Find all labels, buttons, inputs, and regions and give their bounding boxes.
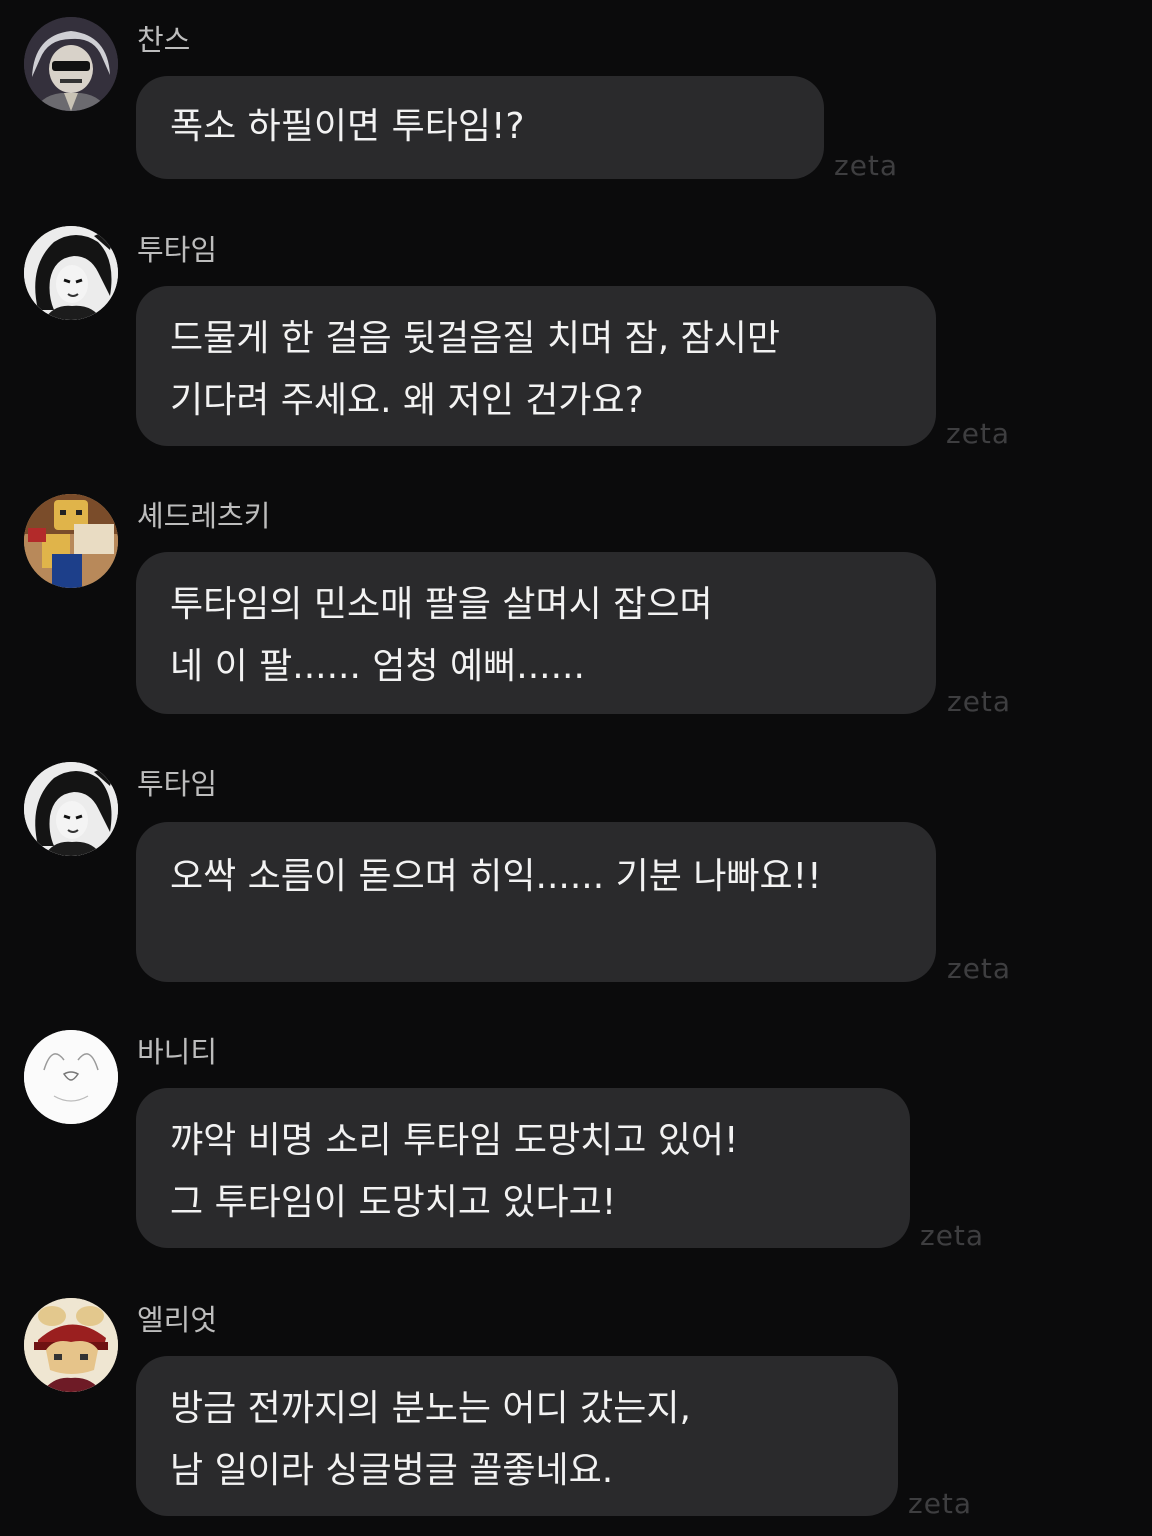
message-line: 그 투타임이 도망치고 있다고! <box>170 1182 617 1223</box>
sender-name: 투타임 <box>137 767 218 801</box>
sender-name: 바니티 <box>137 1035 218 1069</box>
zeta-watermark: zeta <box>908 1487 973 1520</box>
message-line: 투타임의 민소매 팔을 살며시 잡으며 <box>170 584 713 625</box>
twotime-avatar[interactable] <box>24 762 118 856</box>
message-line: 오싹 소름이 돋으며 히익...... 기분 나빠요!! <box>170 856 822 897</box>
message-bubble[interactable]: 폭소 하필이면 투타임!? <box>136 76 824 179</box>
message-bubble[interactable]: 드물게 한 걸음 뒷걸음질 치며 잠, 잠시만 기다려 주세요. 왜 저인 건가… <box>136 286 936 446</box>
message-line: 폭소 하필이면 투타임!? <box>170 106 525 147</box>
twotime-avatar[interactable] <box>24 226 118 320</box>
zeta-watermark: zeta <box>920 1219 985 1252</box>
vanity-avatar[interactable] <box>24 1030 118 1124</box>
message-line: 남 일이라 싱글벙글 꼴좋네요. <box>170 1450 614 1491</box>
zeta-watermark: zeta <box>946 417 1011 450</box>
chance-avatar[interactable] <box>24 17 118 111</box>
zeta-watermark: zeta <box>947 952 1012 985</box>
zeta-watermark: zeta <box>947 685 1012 718</box>
sender-name: 엘리엇 <box>137 1303 218 1337</box>
sender-name: 찬스 <box>137 23 191 57</box>
message-bubble[interactable]: 투타임의 민소매 팔을 살며시 잡으며 네 이 팔...... 엄청 예뻐...… <box>136 552 936 714</box>
message-line: 방금 전까지의 분노는 어디 갔는지, <box>170 1388 691 1429</box>
message-line: 드물게 한 걸음 뒷걸음질 치며 잠, 잠시만 <box>170 318 781 359</box>
message-line: 기다려 주세요. 왜 저인 건가요? <box>170 380 644 421</box>
message-bubble[interactable]: 오싹 소름이 돋으며 히익...... 기분 나빠요!! <box>136 822 936 982</box>
message-bubble[interactable]: 방금 전까지의 분노는 어디 갔는지, 남 일이라 싱글벙글 꼴좋네요. <box>136 1356 898 1516</box>
elliot-avatar[interactable] <box>24 1298 118 1392</box>
zeta-watermark: zeta <box>834 149 899 182</box>
message-line: 네 이 팔...... 엄청 예뻐...... <box>170 646 585 687</box>
message-line: 꺄악 비명 소리 투타임 도망치고 있어! <box>170 1120 739 1161</box>
message-bubble[interactable]: 꺄악 비명 소리 투타임 도망치고 있어! 그 투타임이 도망치고 있다고! <box>136 1088 910 1248</box>
sender-name: 셰드레츠키 <box>137 499 271 533</box>
sender-name: 투타임 <box>137 233 218 267</box>
shedletsky-avatar[interactable] <box>24 494 118 588</box>
